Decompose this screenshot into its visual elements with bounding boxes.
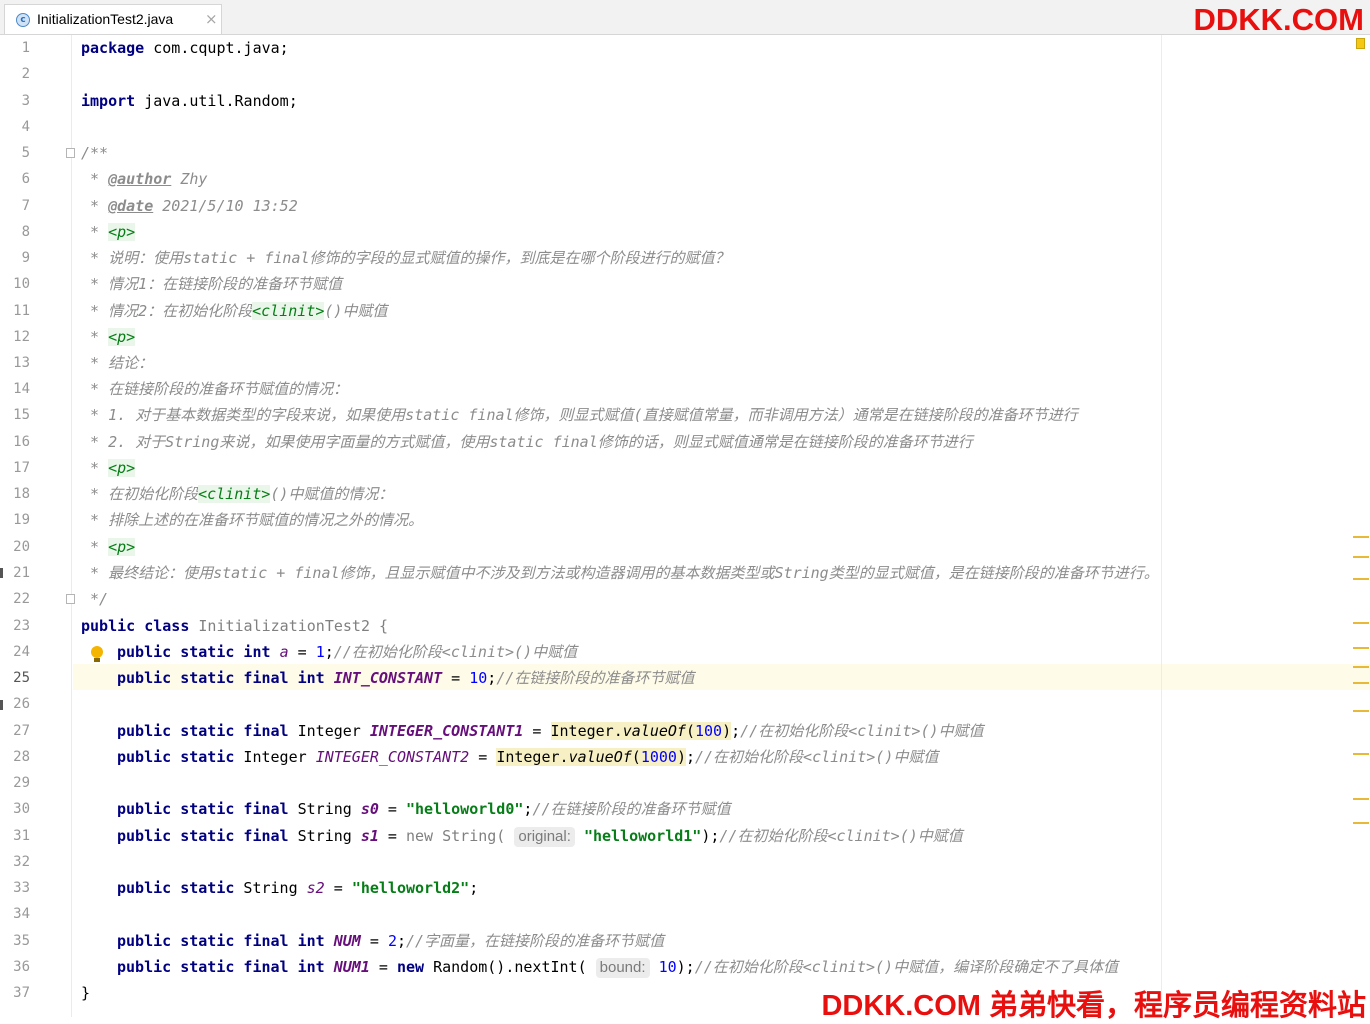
line-number[interactable]: 7 xyxy=(0,193,30,219)
line-number[interactable]: 1 xyxy=(0,35,30,61)
tab-label: InitializationTest2.java xyxy=(37,11,174,27)
line-number[interactable]: 26 xyxy=(0,691,30,717)
line-number[interactable]: 6 xyxy=(0,166,30,192)
line-number[interactable]: 27 xyxy=(0,718,30,744)
parameter-hint: bound: xyxy=(595,958,650,978)
line-number[interactable]: 31 xyxy=(0,823,30,849)
line-number[interactable]: 16 xyxy=(0,429,30,455)
code-line-35: public static final int NUM = 2;//字面量，在链… xyxy=(117,932,665,950)
class-icon: c xyxy=(16,13,30,27)
line-number[interactable]: 8 xyxy=(0,219,30,245)
line-number[interactable]: 2 xyxy=(0,61,30,87)
code-line-27: public static final Integer INTEGER_CONS… xyxy=(117,722,984,740)
line-number[interactable]: 5 xyxy=(0,140,30,166)
line-number[interactable]: 3 xyxy=(0,88,30,114)
code-line-24: public static int a = 1;//在初始化阶段<clinit>… xyxy=(117,643,578,661)
code-line-16: * 2. 对于String来说，如果使用字面量的方式赋值，使用static fi… xyxy=(81,433,973,451)
line-number[interactable]: 29 xyxy=(0,770,30,796)
line-number[interactable]: 36 xyxy=(0,954,30,980)
line-number[interactable]: 15 xyxy=(0,402,30,428)
line-number[interactable]: 32 xyxy=(0,849,30,875)
line-number[interactable]: 13 xyxy=(0,350,30,376)
line-number[interactable]: 10 xyxy=(0,271,30,297)
code-line-22: */ xyxy=(81,590,109,608)
code-line-33: public static String s2 = "helloworld2"; xyxy=(117,879,479,897)
code-line-8: * <p> xyxy=(81,223,136,241)
code-line-31: public static final String s1 = new Stri… xyxy=(117,827,963,847)
line-number[interactable]: 28 xyxy=(0,744,30,770)
line-number[interactable]: 21 xyxy=(0,560,30,586)
tab-initializationtest2[interactable]: c InitializationTest2.java × xyxy=(4,4,222,34)
line-number[interactable]: 9 xyxy=(0,245,30,271)
code-line-36: public static final int NUM1 = new Rando… xyxy=(117,958,1119,978)
line-number[interactable]: 12 xyxy=(0,324,30,350)
line-number[interactable]: 37 xyxy=(0,980,30,1006)
line-number[interactable]: 24 xyxy=(0,639,30,665)
code-line-6: * @author Zhy xyxy=(81,170,208,188)
code-line-25: public static final int INT_CONSTANT = 1… xyxy=(117,669,695,687)
code-editor[interactable]: package com.cqupt.java; import java.util… xyxy=(73,35,1370,1017)
code-line-7: * @date 2021/5/10 13:52 xyxy=(81,197,298,215)
line-number[interactable]: 25 xyxy=(0,665,30,691)
watermark-top: DDKK.COM xyxy=(1193,2,1365,37)
code-line-15: * 1. 对于基本数据类型的字段来说，如果使用static final修饰，则显… xyxy=(81,406,1078,424)
line-number[interactable]: 11 xyxy=(0,298,30,324)
gutter-marker xyxy=(0,568,3,578)
line-number[interactable]: 33 xyxy=(0,875,30,901)
line-number[interactable]: 22 xyxy=(0,586,30,612)
line-number[interactable]: 30 xyxy=(0,796,30,822)
code-line-11: * 情况2：在初始化阶段<clinit>()中赋值 xyxy=(81,302,388,320)
watermark-bottom: DDKK.COM 弟弟快看，程序员编程资料站 xyxy=(821,990,1366,1022)
code-line-9: * 说明：使用static + final修饰的字段的显式赋值的操作，到底是在哪… xyxy=(81,249,730,267)
code-line-12: * <p> xyxy=(81,328,136,346)
editor-tab-bar: c InitializationTest2.java × xyxy=(0,0,1370,35)
code-line-18: * 在初始化阶段<clinit>()中赋值的情况： xyxy=(81,485,394,503)
code-line-14: * 在链接阶段的准备环节赋值的情况： xyxy=(81,380,349,398)
gutter-marker xyxy=(0,700,3,710)
line-number[interactable]: 4 xyxy=(0,114,30,140)
line-number[interactable]: 20 xyxy=(0,534,30,560)
code-line-19: * 排除上述的在准备环节赋值的情况之外的情况。 xyxy=(81,511,424,529)
code-line-30: public static final String s0 = "hellowo… xyxy=(117,800,731,818)
line-number[interactable]: 34 xyxy=(0,901,30,927)
code-line-17: * <p> xyxy=(81,459,136,477)
code-line-1: package com.cqupt.java; xyxy=(81,39,289,57)
line-number[interactable]: 23 xyxy=(0,613,30,639)
code-line-3: import java.util.Random; xyxy=(81,92,298,110)
line-number[interactable]: 19 xyxy=(0,507,30,533)
parameter-hint: original: xyxy=(514,827,575,847)
code-line-23: public class InitializationTest2 { xyxy=(81,617,389,635)
code-line-5: /** xyxy=(81,144,109,162)
code-line-20: * <p> xyxy=(81,538,136,556)
line-number[interactable]: 14 xyxy=(0,376,30,402)
code-line-13: * 结论： xyxy=(81,354,154,372)
line-number[interactable]: 35 xyxy=(0,928,30,954)
line-number[interactable]: 17 xyxy=(0,455,30,481)
close-icon[interactable]: × xyxy=(205,10,218,28)
code-line-21: * 最终结论：使用static + final修饰，且显示赋值中不涉及到方法或构… xyxy=(81,564,1159,582)
code-line-10: * 情况1：在链接阶段的准备环节赋值 xyxy=(81,275,343,293)
line-number[interactable]: 18 xyxy=(0,481,30,507)
code-line-28: public static Integer INTEGER_CONSTANT2 … xyxy=(117,748,939,766)
